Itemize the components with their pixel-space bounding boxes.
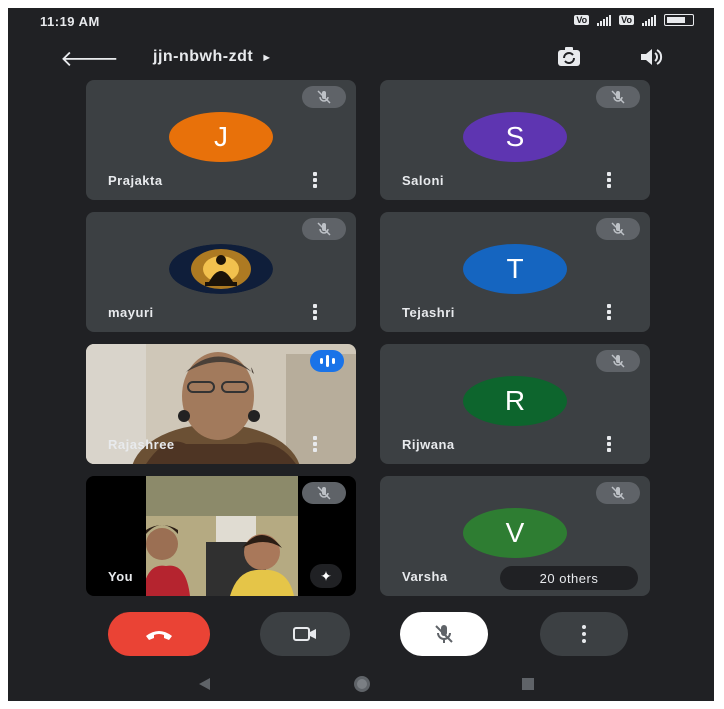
status-icons: Vo Vo bbox=[574, 14, 694, 26]
participant-tile[interactable]: J Prajakta bbox=[86, 80, 356, 200]
speaker-icon[interactable] bbox=[638, 44, 664, 70]
participant-name: Tejashri bbox=[402, 305, 455, 320]
speaking-indicator-icon bbox=[310, 350, 344, 372]
mic-off-icon bbox=[596, 350, 640, 372]
others-chip[interactable]: 20 others bbox=[500, 566, 638, 590]
mic-off-icon bbox=[596, 482, 640, 504]
participant-name: Prajakta bbox=[108, 173, 163, 188]
self-video-feed bbox=[146, 476, 298, 596]
signal-icon bbox=[597, 14, 612, 26]
buddha-avatar-image bbox=[169, 244, 273, 294]
more-options-icon[interactable] bbox=[312, 172, 318, 188]
participant-name: mayuri bbox=[108, 305, 154, 320]
participant-name: Rajashree bbox=[108, 437, 175, 452]
mic-off-icon bbox=[302, 482, 346, 504]
participant-avatar: S bbox=[463, 112, 567, 162]
meeting-header: 🡐 jjn-nbwh-zdt ► bbox=[8, 36, 714, 80]
mic-off-icon bbox=[596, 218, 640, 240]
more-options-icon[interactable] bbox=[606, 304, 612, 320]
phone-screen: 11:19 AM Vo Vo 🡐 jjn-nbwh-zdt ► J Prajak… bbox=[8, 8, 714, 701]
mic-off-icon bbox=[302, 218, 346, 240]
video-camera-icon bbox=[293, 627, 316, 641]
participant-name: Saloni bbox=[402, 173, 445, 188]
participant-tile[interactable]: mayuri bbox=[86, 212, 356, 332]
self-name: You bbox=[108, 569, 134, 584]
participant-name: Rijwana bbox=[402, 437, 455, 452]
nav-recents-icon[interactable] bbox=[520, 676, 536, 692]
volte-badge-2: Vo bbox=[619, 15, 634, 25]
clock: 11:19 AM bbox=[40, 14, 100, 29]
system-nav-bar bbox=[8, 668, 714, 701]
participant-tile[interactable]: T Tejashri bbox=[380, 212, 650, 332]
more-options-icon[interactable] bbox=[606, 172, 612, 188]
participant-tile[interactable]: R Rijwana bbox=[380, 344, 650, 464]
participant-avatar: R bbox=[463, 376, 567, 426]
signal-icon-2 bbox=[642, 14, 656, 26]
nav-home-icon[interactable] bbox=[352, 674, 372, 694]
participant-name: Varsha bbox=[402, 569, 448, 584]
camera-toggle-button[interactable] bbox=[260, 612, 350, 656]
nav-back-icon[interactable] bbox=[196, 676, 212, 692]
meeting-code: jjn-nbwh-zdt bbox=[153, 48, 254, 65]
participant-tile[interactable]: S Saloni bbox=[380, 80, 650, 200]
more-options-icon[interactable] bbox=[312, 304, 318, 320]
mic-off-icon bbox=[302, 86, 346, 108]
battery-icon bbox=[664, 14, 694, 26]
mic-toggle-button[interactable] bbox=[400, 612, 488, 656]
more-vertical-icon bbox=[581, 625, 587, 643]
participant-avatar: T bbox=[463, 244, 567, 294]
more-options-icon[interactable] bbox=[312, 436, 318, 452]
back-arrow-icon[interactable]: 🡐 bbox=[60, 46, 119, 72]
mic-off-icon bbox=[435, 625, 453, 643]
participant-avatar: J bbox=[169, 112, 273, 162]
end-call-button[interactable] bbox=[108, 612, 210, 656]
switch-camera-icon[interactable] bbox=[556, 44, 582, 70]
participant-tile-video[interactable]: Rajashree bbox=[86, 344, 356, 464]
participant-tile[interactable]: V Varsha 20 others bbox=[380, 476, 650, 596]
meeting-title[interactable]: jjn-nbwh-zdt ► bbox=[153, 48, 273, 66]
caret-right-icon: ► bbox=[261, 52, 273, 64]
hang-up-icon bbox=[146, 631, 172, 640]
more-options-icon[interactable] bbox=[606, 436, 612, 452]
participant-avatar: V bbox=[463, 508, 567, 558]
mic-off-icon bbox=[596, 86, 640, 108]
status-bar: 11:19 AM Vo Vo bbox=[8, 8, 714, 36]
volte-badge: Vo bbox=[574, 15, 590, 25]
self-view-tile[interactable]: You ✦ bbox=[86, 476, 356, 596]
more-actions-button[interactable] bbox=[540, 612, 628, 656]
effects-sparkle-icon[interactable]: ✦ bbox=[310, 564, 342, 588]
